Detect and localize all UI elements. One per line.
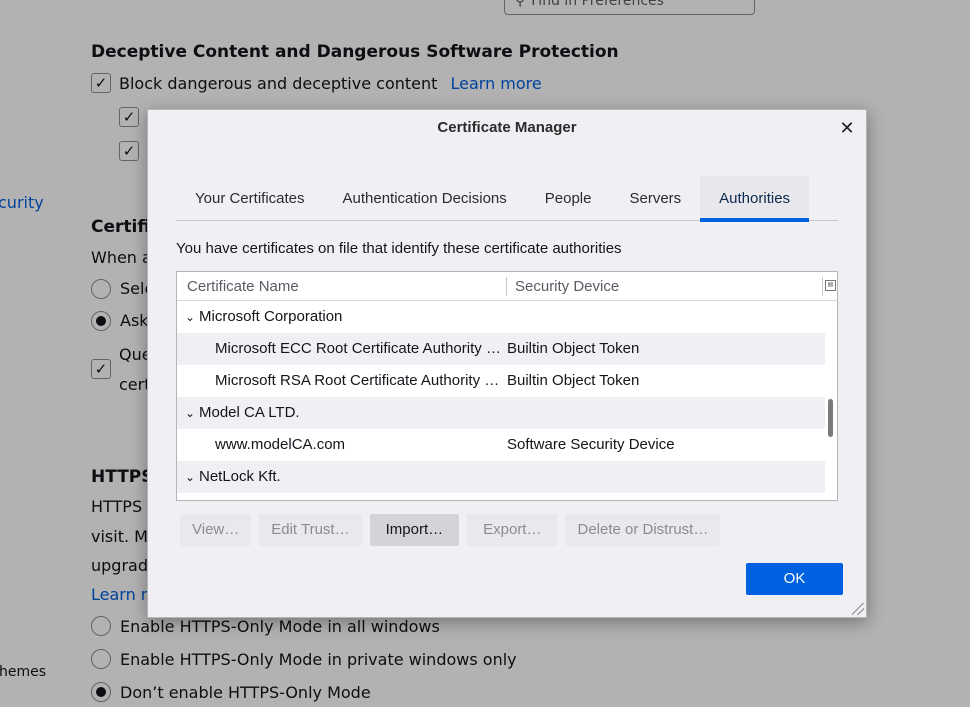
action-buttons: View… Edit Trust… Import… Export… Delete… <box>180 514 721 546</box>
tab-authentication-decisions[interactable]: Authentication Decisions <box>324 176 526 221</box>
tree-cert-row[interactable]: Microsoft RSA Root Certificate Authority… <box>177 365 825 397</box>
column-divider[interactable] <box>822 277 823 296</box>
column-picker-icon[interactable]: ▤ <box>825 280 836 291</box>
tab-your-certificates[interactable]: Your Certificates <box>176 176 324 221</box>
authorities-description: You have certificates on file that ident… <box>176 240 622 257</box>
export-button[interactable]: Export… <box>467 514 558 546</box>
tab-authorities[interactable]: Authorities <box>700 176 810 222</box>
chevron-down-icon[interactable]: ⌄ <box>183 461 197 493</box>
chevron-down-icon[interactable]: ⌄ <box>183 397 197 429</box>
certificate-tree[interactable]: Certificate Name Security Device ▤ ⌄ Mic… <box>176 271 838 501</box>
tree-rows: ⌄ Microsoft Corporation Microsoft ECC Ro… <box>177 301 825 493</box>
resize-grip-icon[interactable] <box>852 603 864 615</box>
tree-cert-row[interactable]: www.modelCA.com Software Security Device <box>177 429 825 461</box>
certificate-manager-dialog: Certificate Manager ✕ Your Certificates … <box>147 109 867 618</box>
chevron-down-icon[interactable]: ⌄ <box>183 301 197 333</box>
edit-trust-button[interactable]: Edit Trust… <box>259 514 362 546</box>
certificate-tabs: Your Certificates Authentication Decisio… <box>176 176 838 222</box>
tree-group-row[interactable]: ⌄ NetLock Kft. <box>177 461 825 493</box>
delete-or-distrust-button[interactable]: Delete or Distrust… <box>565 514 721 546</box>
column-header-certificate-name[interactable]: Certificate Name <box>187 272 299 301</box>
tab-people[interactable]: People <box>526 176 611 221</box>
tree-group-row[interactable]: ⌄ Microsoft Corporation <box>177 301 825 333</box>
dialog-title: Certificate Manager <box>437 119 577 136</box>
tree-cert-row[interactable]: Microsoft ECC Root Certificate Authority… <box>177 333 825 365</box>
import-button[interactable]: Import… <box>369 514 460 546</box>
tree-group-row[interactable]: ⌄ Model CA LTD. <box>177 397 825 429</box>
view-button[interactable]: View… <box>180 514 252 546</box>
tree-header: Certificate Name Security Device ▤ <box>177 272 837 301</box>
tree-scrollbar[interactable] <box>828 399 833 437</box>
tab-servers[interactable]: Servers <box>610 176 700 221</box>
ok-button[interactable]: OK <box>746 563 843 595</box>
close-icon[interactable]: ✕ <box>836 117 858 139</box>
column-divider[interactable] <box>506 277 507 296</box>
column-header-security-device[interactable]: Security Device <box>515 272 619 301</box>
